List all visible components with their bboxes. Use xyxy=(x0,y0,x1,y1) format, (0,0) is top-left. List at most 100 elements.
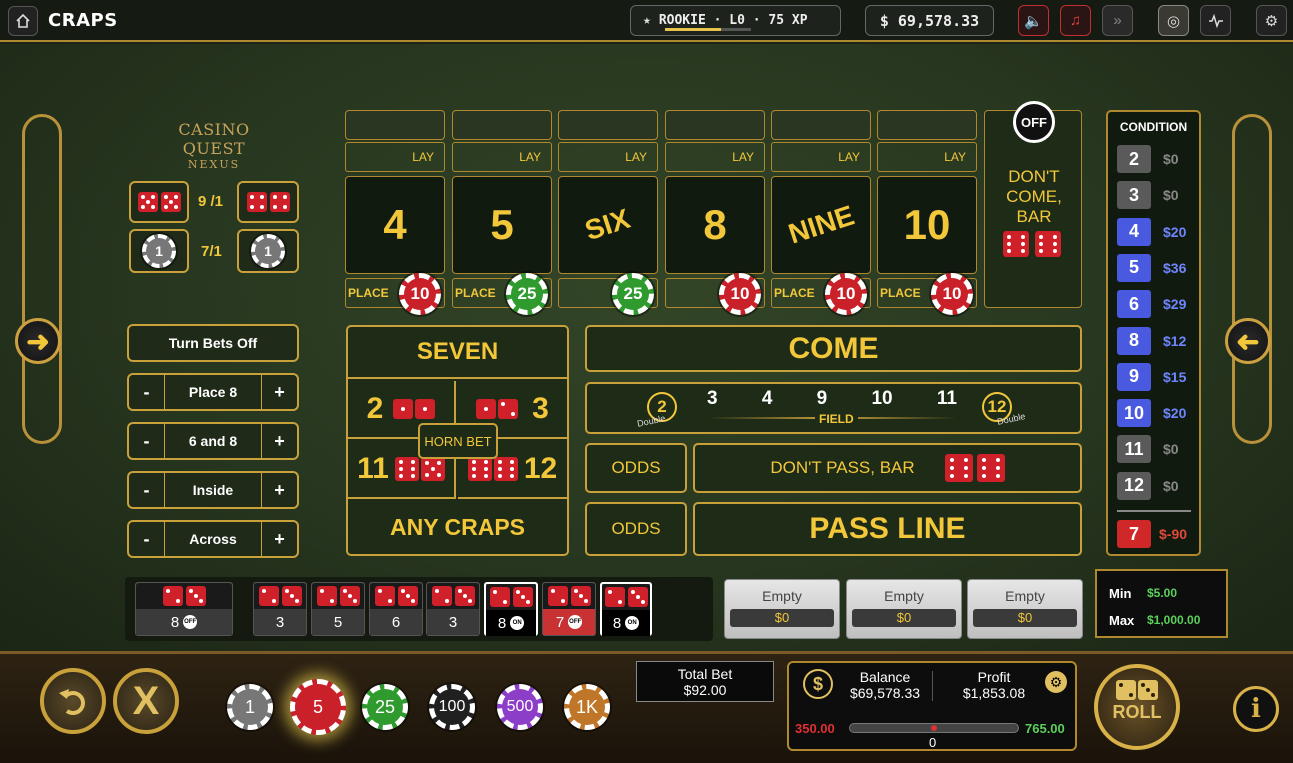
die-icon xyxy=(415,399,436,419)
point-box[interactable]: 8 xyxy=(665,176,765,274)
chip-selector[interactable]: 5 xyxy=(290,679,346,735)
pass-odds-bet[interactable]: ODDS xyxy=(585,502,687,556)
lay-bet-area[interactable]: LAY xyxy=(452,142,552,172)
volume-button[interactable]: 🔈 xyxy=(1018,5,1049,36)
condition-value: $0 xyxy=(1163,151,1179,167)
point-box[interactable]: 10 xyxy=(877,176,977,274)
field-bet[interactable]: 2 Double 3 4 9 10 11 FIELD 12 Double xyxy=(585,382,1082,434)
buy-bet-area[interactable] xyxy=(877,110,977,140)
range-zero: 0 xyxy=(929,735,937,750)
decrease-button[interactable]: - xyxy=(129,375,165,409)
come-bet[interactable]: COME xyxy=(585,325,1082,372)
condition-row: 9 $15 xyxy=(1117,362,1191,391)
bet-chip: 10 xyxy=(825,273,867,315)
buy-bet-area[interactable] xyxy=(665,110,765,140)
lay-bet-area[interactable]: LAY xyxy=(665,142,765,172)
buy-bet-area[interactable] xyxy=(452,110,552,140)
point-box[interactable]: SIX xyxy=(558,176,658,274)
activity-button[interactable] xyxy=(1200,5,1231,36)
saved-bet-slot[interactable]: Empty $0 xyxy=(846,579,962,639)
history-roll: 8 ON xyxy=(484,582,538,636)
point-box[interactable]: NINE xyxy=(771,176,871,274)
die-icon xyxy=(420,457,445,481)
dont-come-area[interactable]: OFF DON'T COME, BAR xyxy=(984,101,1082,308)
slot-value: $0 xyxy=(852,609,956,627)
volume-icon: 🔈 xyxy=(1024,12,1043,30)
info-button[interactable]: i xyxy=(1233,686,1279,732)
lay-bet-area[interactable]: LAY xyxy=(771,142,871,172)
balance-value: $69,578.33 xyxy=(849,685,921,701)
chip-selector[interactable]: 100 xyxy=(429,684,475,730)
condition-value: $36 xyxy=(1163,259,1187,276)
buy-bet-area[interactable] xyxy=(345,110,445,140)
lay-label: LAY xyxy=(838,150,860,164)
turn-bets-off-button[interactable]: Turn Bets Off xyxy=(127,324,299,362)
dont-pass-bet[interactable]: DON'T PASS, BAR xyxy=(693,443,1082,493)
bet-preset-row: - 6 and 8 + xyxy=(127,422,299,460)
hard-10-bet[interactable] xyxy=(129,181,189,223)
condition-value: $0 xyxy=(1163,477,1179,494)
die-icon xyxy=(1035,231,1061,257)
home-button[interactable] xyxy=(8,6,38,36)
die-icon xyxy=(246,192,267,212)
roll-button[interactable]: ROLL xyxy=(1094,664,1180,750)
balance-label: Balance xyxy=(859,669,911,685)
preset-label: 6 and 8 xyxy=(188,433,238,449)
gear-icon: ⚙ xyxy=(1049,673,1063,690)
music-button[interactable]: ♫ xyxy=(1060,5,1091,36)
lay-bet-area[interactable]: LAY xyxy=(345,142,445,172)
top-bar: CRAPS ★ ROOKIE · L0 · 75 XP $ 69,578.33 … xyxy=(0,0,1293,42)
buy-bet-area[interactable] xyxy=(558,110,658,140)
any-craps-bet[interactable]: ANY CRAPS xyxy=(348,501,567,554)
hard-4-bet[interactable]: 1 xyxy=(237,229,299,273)
buy-bet-area[interactable] xyxy=(771,110,871,140)
decrease-button[interactable]: - xyxy=(129,424,165,458)
lay-bet-area[interactable]: LAY xyxy=(877,142,977,172)
increase-button[interactable]: + xyxy=(261,424,297,458)
point-box[interactable]: 5 xyxy=(452,176,552,274)
increase-button[interactable]: + xyxy=(260,375,297,409)
fast-forward-button[interactable]: » xyxy=(1102,5,1133,36)
eleven-label: 11 xyxy=(357,452,389,485)
saved-bet-slot[interactable]: Empty $0 xyxy=(967,579,1083,639)
condition-value: $-90 xyxy=(1159,526,1188,542)
decrease-button[interactable]: - xyxy=(129,522,165,556)
prev-table-button[interactable]: ➜ xyxy=(15,318,61,364)
profit-range-bar xyxy=(849,723,1019,733)
bet-preset-row: - Place 8 + xyxy=(127,373,299,411)
point-box[interactable]: 4 xyxy=(345,176,445,274)
lay-bet-area[interactable]: LAY xyxy=(558,142,658,172)
double-left: Double xyxy=(636,413,667,429)
saved-bet-slot[interactable]: Empty $0 xyxy=(724,579,840,639)
range-low: 350.00 xyxy=(795,721,835,736)
settings-button[interactable]: ⚙ xyxy=(1256,5,1287,36)
dont-pass-odds-bet[interactable]: ODDS xyxy=(585,443,687,493)
lay-label: LAY xyxy=(732,150,754,164)
chip-selector[interactable]: 1 xyxy=(227,684,273,730)
die-icon xyxy=(627,587,648,607)
die-icon xyxy=(269,192,290,212)
pass-line-bet[interactable]: PASS LINE xyxy=(693,502,1082,556)
hard-6-bet[interactable]: 1 xyxy=(129,229,189,273)
seven-bet[interactable]: SEVEN xyxy=(348,327,567,379)
decrease-button[interactable]: - xyxy=(129,473,165,507)
clear-bets-button[interactable]: X xyxy=(113,668,179,734)
horn-bet[interactable]: HORN BET xyxy=(418,423,498,459)
chip-selector[interactable]: 25 xyxy=(362,684,408,730)
hard-8-bet[interactable] xyxy=(237,181,299,223)
next-table-button[interactable]: ➜ xyxy=(1225,318,1271,364)
chip-selector[interactable]: 1K xyxy=(564,684,610,730)
history-roll: 6 xyxy=(369,582,423,636)
increase-button[interactable]: + xyxy=(261,522,297,556)
roll-sum: 3 xyxy=(448,613,458,631)
arrow-left-icon: ➜ xyxy=(1236,325,1260,357)
undo-button[interactable] xyxy=(40,668,106,734)
chip-selector[interactable]: 500 xyxy=(497,684,543,730)
target-button[interactable]: ◎ xyxy=(1158,5,1189,36)
profit-label: Profit xyxy=(977,669,1011,685)
home-icon xyxy=(16,13,30,28)
increase-button[interactable]: + xyxy=(261,473,297,507)
summary-settings-button[interactable]: ⚙ xyxy=(1045,671,1067,693)
bet-chip: 25 xyxy=(612,273,654,315)
die-icon xyxy=(258,586,279,606)
